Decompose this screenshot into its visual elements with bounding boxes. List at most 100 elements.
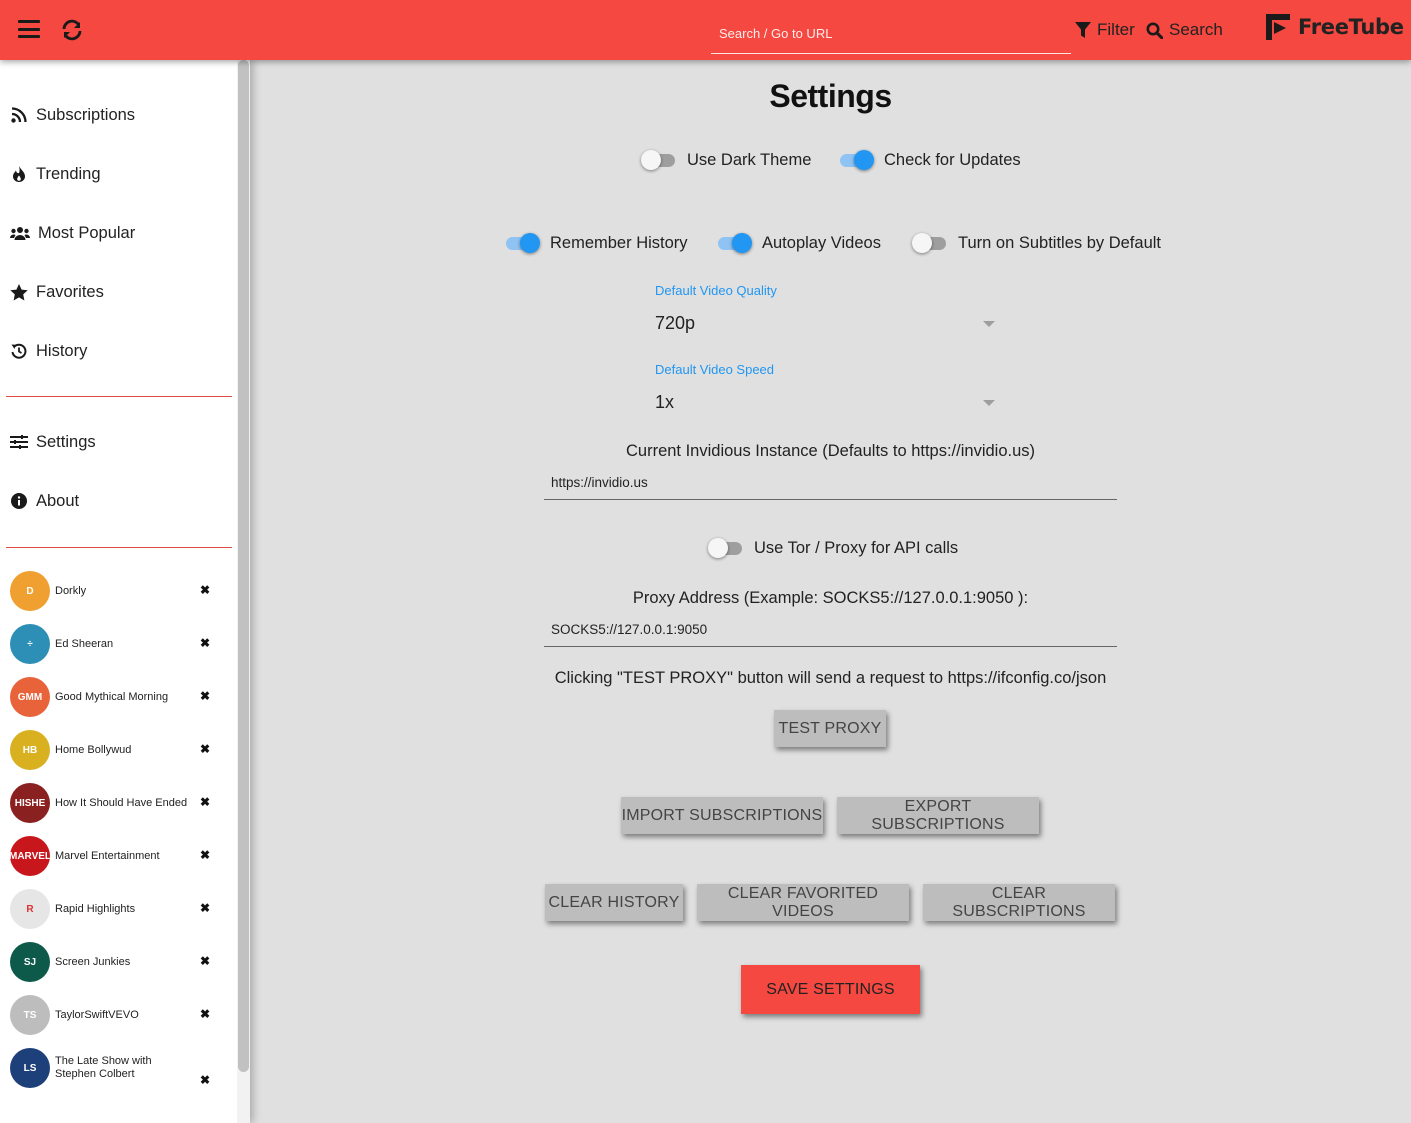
fire-icon bbox=[10, 165, 28, 183]
channel-avatar: ÷ bbox=[10, 624, 50, 664]
remove-subscription-icon[interactable]: ✖ bbox=[198, 583, 212, 597]
video-speed-dropdown[interactable]: 1x bbox=[655, 392, 997, 413]
video-speed-select[interactable]: Default Video Speed 1x bbox=[655, 362, 997, 413]
video-quality-select[interactable]: Default Video Quality 720p bbox=[655, 283, 997, 334]
toggle-label: Remember History bbox=[550, 233, 688, 252]
proxy-address-input[interactable] bbox=[544, 613, 1117, 647]
refresh-icon[interactable] bbox=[60, 18, 84, 42]
video-speed-label: Default Video Speed bbox=[655, 362, 775, 377]
channel-name: Marvel Entertainment bbox=[55, 849, 160, 862]
remove-subscription-icon[interactable]: ✖ bbox=[198, 742, 212, 756]
remove-subscription-icon[interactable]: ✖ bbox=[198, 636, 212, 650]
remove-subscription-icon[interactable]: ✖ bbox=[198, 1007, 212, 1021]
subscription-item[interactable]: LS The Late Show with Stephen Colbert ✖ bbox=[10, 1047, 220, 1089]
sidebar-item-most-popular[interactable]: Most Popular bbox=[10, 218, 135, 248]
invidious-instance-label: Current Invidious Instance (Defaults to … bbox=[625, 442, 1036, 460]
star-icon bbox=[10, 283, 28, 301]
invidious-instance-input[interactable] bbox=[544, 466, 1117, 500]
search-url-input[interactable] bbox=[711, 14, 1071, 54]
video-quality-label: Default Video Quality bbox=[655, 283, 777, 298]
channel-avatar: LS bbox=[10, 1048, 50, 1088]
subscription-item[interactable]: GMM Good Mythical Morning ✖ bbox=[10, 676, 220, 718]
channel-avatar-text: TS bbox=[23, 1009, 37, 1021]
logo-text: FreeTube bbox=[1298, 15, 1404, 39]
channel-name: The Late Show with Stephen Colbert bbox=[55, 1055, 152, 1080]
dark-theme-switch[interactable] bbox=[641, 150, 677, 170]
check-updates-switch[interactable] bbox=[838, 150, 874, 170]
video-quality-dropdown[interactable]: 720p bbox=[655, 313, 997, 334]
scrollbar-thumb[interactable] bbox=[238, 60, 249, 1072]
clear-favorited-videos-button[interactable]: CLEAR FAVORITED VIDEOS bbox=[697, 884, 909, 921]
search-button[interactable]: Search bbox=[1146, 19, 1223, 41]
sidebar-item-trending[interactable]: Trending bbox=[10, 159, 101, 189]
import-subscriptions-button[interactable]: IMPORT SUBSCRIPTIONS bbox=[621, 797, 823, 834]
remove-subscription-icon[interactable]: ✖ bbox=[198, 689, 212, 703]
sidebar-item-settings[interactable]: Settings bbox=[10, 427, 96, 457]
save-settings-button[interactable]: SAVE SETTINGS bbox=[741, 965, 920, 1014]
toggle-label: Autoplay Videos bbox=[762, 233, 881, 252]
hamburger-menu-icon[interactable] bbox=[18, 20, 40, 40]
freetube-logo-icon bbox=[1266, 14, 1290, 40]
sidebar-item-label: History bbox=[36, 341, 88, 360]
autoplay-toggle[interactable]: Autoplay Videos bbox=[716, 231, 881, 255]
toggle-label: Use Dark Theme bbox=[687, 150, 812, 169]
tor-proxy-toggle[interactable]: Use Tor / Proxy for API calls bbox=[708, 536, 958, 560]
sidebar-item-label: Trending bbox=[36, 164, 101, 183]
dropdown-caret-icon bbox=[983, 320, 995, 327]
sidebar-scrollbar[interactable] bbox=[237, 60, 250, 1123]
users-icon bbox=[10, 224, 30, 242]
remove-subscription-icon[interactable]: ✖ bbox=[198, 848, 212, 862]
remove-subscription-icon[interactable]: ✖ bbox=[198, 1073, 212, 1087]
top-bar: Filter Search FreeTube bbox=[0, 0, 1411, 60]
subscription-item[interactable]: TS TaylorSwiftVEVO ✖ bbox=[10, 994, 220, 1036]
export-subscriptions-button[interactable]: EXPORT SUBSCRIPTIONS bbox=[837, 797, 1039, 834]
filter-button[interactable]: Filter bbox=[1075, 19, 1135, 41]
channel-avatar-text: SJ bbox=[23, 956, 37, 968]
subscription-item[interactable]: HB Home Bollywud ✖ bbox=[10, 729, 220, 771]
sidebar-divider bbox=[6, 396, 232, 397]
test-proxy-button[interactable]: TEST PROXY bbox=[774, 710, 886, 747]
sidebar-item-favorites[interactable]: Favorites bbox=[10, 277, 104, 307]
freetube-logo[interactable]: FreeTube bbox=[1266, 14, 1404, 40]
channel-avatar: SJ bbox=[10, 942, 50, 982]
remove-subscription-icon[interactable]: ✖ bbox=[198, 901, 212, 915]
remember-history-toggle[interactable]: Remember History bbox=[504, 231, 688, 255]
subscription-item[interactable]: SJ Screen Junkies ✖ bbox=[10, 941, 220, 983]
sidebar-item-subscriptions[interactable]: Subscriptions bbox=[10, 100, 135, 130]
dropdown-caret-icon bbox=[983, 399, 995, 406]
tor-proxy-switch[interactable] bbox=[708, 538, 744, 558]
subscription-item[interactable]: R Rapid Highlights ✖ bbox=[10, 888, 220, 930]
clear-history-button[interactable]: CLEAR HISTORY bbox=[545, 884, 683, 921]
sidebar-item-history[interactable]: History bbox=[10, 336, 87, 366]
toggle-label: Check for Updates bbox=[884, 150, 1021, 169]
subscription-item[interactable]: HISHE How It Should Have Ended ✖ bbox=[10, 782, 220, 824]
subscription-item[interactable]: D Dorkly ✖ bbox=[10, 570, 220, 612]
video-quality-value: 720p bbox=[655, 313, 696, 333]
video-speed-value: 1x bbox=[655, 392, 675, 412]
channel-avatar: GMM bbox=[10, 677, 50, 717]
channel-avatar-text: R bbox=[26, 903, 34, 915]
channel-avatar: MARVEL bbox=[10, 836, 50, 876]
remove-subscription-icon[interactable]: ✖ bbox=[198, 795, 212, 809]
channel-avatar: TS bbox=[10, 995, 50, 1035]
channel-avatar-text: HISHE bbox=[14, 797, 46, 809]
subtitles-toggle[interactable]: Turn on Subtitles by Default bbox=[912, 231, 1161, 255]
channel-name: Dorkly bbox=[55, 584, 87, 597]
dark-theme-toggle[interactable]: Use Dark Theme bbox=[641, 148, 811, 172]
sidebar-item-about[interactable]: About bbox=[10, 486, 79, 516]
channel-avatar-text: MARVEL bbox=[10, 850, 50, 862]
subscription-item[interactable]: MARVEL Marvel Entertainment ✖ bbox=[10, 835, 220, 877]
subscription-item[interactable]: ÷ Ed Sheeran ✖ bbox=[10, 623, 220, 665]
channel-name: Rapid Highlights bbox=[55, 902, 136, 915]
channel-name: Good Mythical Morning bbox=[55, 690, 169, 703]
channel-name: TaylorSwiftVEVO bbox=[55, 1008, 139, 1021]
check-updates-toggle[interactable]: Check for Updates bbox=[838, 148, 1021, 172]
remove-subscription-icon[interactable]: ✖ bbox=[198, 954, 212, 968]
sidebar-item-label: Subscriptions bbox=[36, 105, 136, 124]
autoplay-switch[interactable] bbox=[716, 233, 752, 253]
subtitles-switch[interactable] bbox=[912, 233, 948, 253]
toggle-label: Use Tor / Proxy for API calls bbox=[754, 538, 959, 557]
clear-subscriptions-button[interactable]: CLEAR SUBSCRIPTIONS bbox=[923, 884, 1115, 921]
remember-history-switch[interactable] bbox=[504, 233, 540, 253]
sidebar-item-label: Most Popular bbox=[38, 223, 136, 242]
